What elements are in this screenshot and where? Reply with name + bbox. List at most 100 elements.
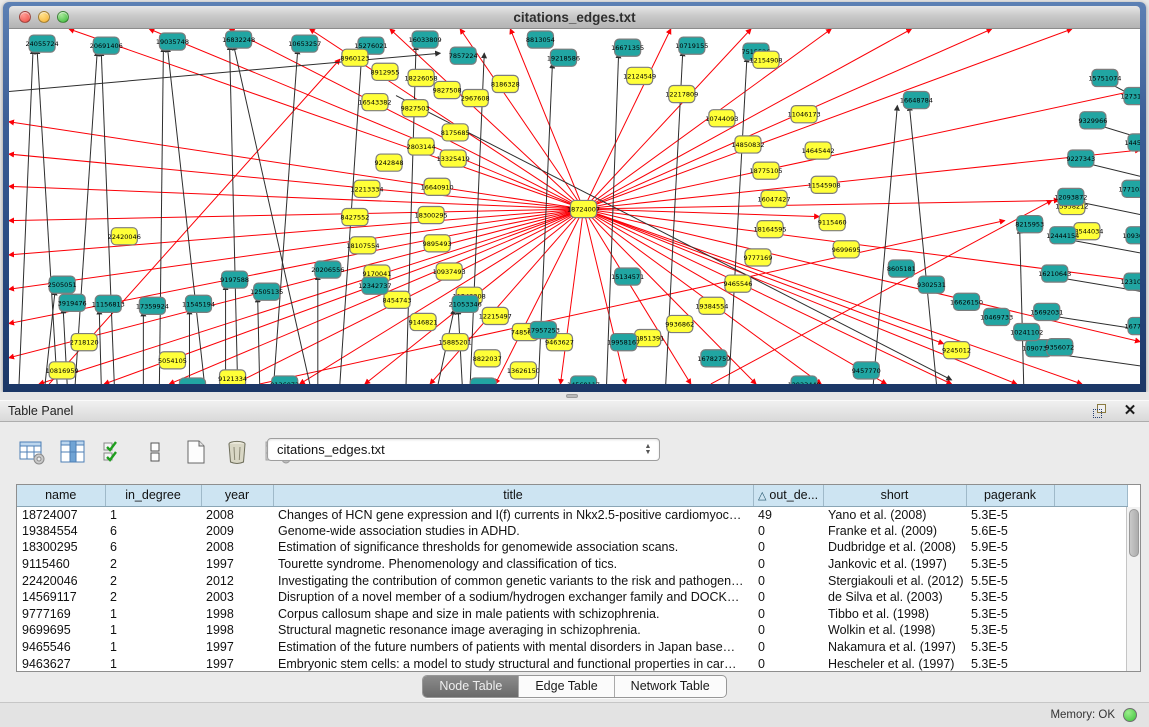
graph-node[interactable]: 10653257: [288, 35, 321, 52]
graph-node[interactable]: 15751074: [1088, 69, 1121, 86]
minimize-window-button[interactable]: [38, 11, 50, 23]
graph-node[interactable]: 16671355: [611, 39, 644, 56]
graph-node[interactable]: 10891011: [176, 378, 209, 384]
graph-node[interactable]: 12310452: [1120, 273, 1140, 290]
graph-node[interactable]: 9329966: [1078, 112, 1107, 129]
column-header-in_degree[interactable]: in_degree: [105, 485, 201, 506]
network-canvas[interactable]: 2405572420691406190357481683224810653257…: [9, 29, 1140, 384]
graph-node[interactable]: 20691406: [90, 37, 123, 54]
tab-node-table[interactable]: Node Table: [423, 676, 519, 697]
graph-node[interactable]: 18300295: [415, 207, 448, 224]
graph-node[interactable]: 5054105: [158, 352, 187, 369]
scrollbar-thumb[interactable]: [1129, 509, 1139, 557]
table-row[interactable]: 946554611997Estimation of the future num…: [17, 639, 1127, 656]
graph-node[interactable]: 7857224: [449, 47, 478, 64]
graph-node[interactable]: 8960123: [340, 49, 369, 66]
close-window-button[interactable]: [19, 11, 31, 23]
graph-node[interactable]: 2505051: [48, 276, 77, 293]
table-row[interactable]: 946362711997Embryonic stem cells: a mode…: [17, 655, 1127, 672]
graph-node[interactable]: 9302531: [917, 276, 946, 293]
graph-node[interactable]: 10744093: [705, 110, 738, 127]
graph-node[interactable]: 10719155: [675, 37, 708, 54]
graph-node[interactable]: 10937493: [433, 263, 466, 280]
graph-node[interactable]: 8186328: [491, 75, 520, 92]
show-columns-icon[interactable]: [59, 439, 87, 466]
graph-node[interactable]: 13325419: [437, 150, 470, 167]
graph-node[interactable]: 8215953: [1015, 216, 1044, 233]
delete-table-icon[interactable]: [223, 439, 251, 466]
zoom-window-button[interactable]: [57, 11, 69, 23]
float-window-icon[interactable]: [1093, 403, 1111, 419]
graph-node[interactable]: 10930551: [1122, 227, 1140, 244]
table-row[interactable]: 977716911998Corpus callosum shape and si…: [17, 606, 1127, 623]
graph-node[interactable]: 9465546: [723, 275, 752, 292]
graph-node[interactable]: 9777169: [744, 249, 773, 266]
graph-node[interactable]: 13626150: [507, 362, 540, 379]
graph-node[interactable]: 11046173: [788, 106, 821, 123]
graph-node[interactable]: 16033809: [409, 31, 442, 48]
graph-hub-node[interactable]: 18724007: [567, 200, 600, 217]
graph-node[interactable]: 9227343: [1066, 150, 1095, 167]
graph-node[interactable]: 12444154: [1046, 227, 1079, 244]
graph-node[interactable]: 17957253: [527, 321, 560, 338]
table-row[interactable]: 2242004622012Investigating the contribut…: [17, 572, 1127, 589]
graph-node[interactable]: 12731141: [1120, 87, 1140, 104]
graph-node[interactable]: 9827508: [433, 81, 462, 98]
graph-node[interactable]: 8427552: [340, 209, 369, 226]
column-header-year[interactable]: year: [201, 485, 273, 506]
graph-node[interactable]: 12217809: [665, 85, 698, 102]
graph-node[interactable]: 16782759: [697, 350, 730, 367]
graph-node[interactable]: 18226058: [405, 69, 438, 86]
graph-node[interactable]: 9699695: [832, 241, 861, 258]
table-settings-icon[interactable]: [18, 439, 46, 466]
graph-node[interactable]: 14569117: [567, 376, 600, 384]
graph-node[interactable]: 8912955: [371, 63, 400, 80]
table-selector-dropdown[interactable]: citations_edges.txt ▲▼: [267, 438, 660, 461]
graph-node[interactable]: 12124549: [623, 67, 656, 84]
graph-node[interactable]: 9245012: [942, 342, 971, 359]
graph-node[interactable]: 15692031: [1030, 303, 1063, 320]
graph-node[interactable]: 17710345: [1118, 180, 1140, 197]
table-row[interactable]: 1938455462009Genome-wide association stu…: [17, 523, 1127, 540]
graph-node[interactable]: 2967608: [461, 90, 490, 107]
graph-node[interactable]: 15885201: [439, 334, 472, 351]
graph-node[interactable]: 2803144: [407, 138, 436, 155]
graph-node[interactable]: 18164595: [753, 221, 786, 238]
graph-node[interactable]: 16648784: [900, 92, 933, 109]
memory-ok-icon[interactable]: [1123, 708, 1137, 722]
graph-node[interactable]: 9895493: [423, 235, 452, 252]
close-panel-icon[interactable]: ✕: [1121, 403, 1139, 419]
graph-node[interactable]: 10469733: [980, 308, 1013, 325]
graph-node[interactable]: 20206556: [311, 261, 344, 278]
column-header-out_de[interactable]: △out_de...: [753, 485, 823, 506]
graph-node[interactable]: 3919476: [58, 294, 87, 311]
graph-node[interactable]: 14453985: [1124, 134, 1140, 151]
tab-network-table[interactable]: Network Table: [615, 676, 726, 697]
graph-node[interactable]: 16210643: [1038, 265, 1071, 282]
graph-node[interactable]: 11545908: [808, 176, 841, 193]
column-header-short[interactable]: short: [823, 485, 966, 506]
graph-node[interactable]: 18107554: [346, 237, 379, 254]
graph-node[interactable]: 10241102: [1010, 323, 1043, 340]
graph-node[interactable]: 2718120: [70, 334, 99, 351]
column-header-name[interactable]: name: [17, 485, 105, 506]
graph-node[interactable]: 9197588: [220, 271, 249, 288]
graph-node[interactable]: 19958167: [607, 334, 640, 351]
graph-node[interactable]: 16832248: [222, 31, 255, 48]
graph-node[interactable]: 15134571: [611, 268, 644, 285]
graph-node[interactable]: 12213334: [350, 180, 383, 197]
graph-node[interactable]: 9121334: [218, 370, 247, 384]
graph-node[interactable]: 9827503: [401, 100, 430, 117]
graph-node[interactable]: 9356072: [1045, 339, 1074, 356]
rows-icon[interactable]: [141, 439, 169, 466]
graph-node[interactable]: 8605181: [887, 260, 916, 277]
graph-node[interactable]: 10816959: [46, 362, 79, 379]
network-graph[interactable]: 2405572420691406190357481683224810653257…: [9, 29, 1140, 384]
graph-node[interactable]: 22420046: [108, 228, 141, 245]
graph-node[interactable]: 8822037: [473, 350, 502, 367]
splitter-grip-icon[interactable]: [566, 394, 578, 398]
select-all-columns-icon[interactable]: [100, 439, 128, 466]
graph-node[interactable]: 9457770: [852, 362, 881, 379]
graph-node[interactable]: 19035748: [156, 33, 189, 50]
graph-node[interactable]: 9136072: [270, 376, 299, 384]
